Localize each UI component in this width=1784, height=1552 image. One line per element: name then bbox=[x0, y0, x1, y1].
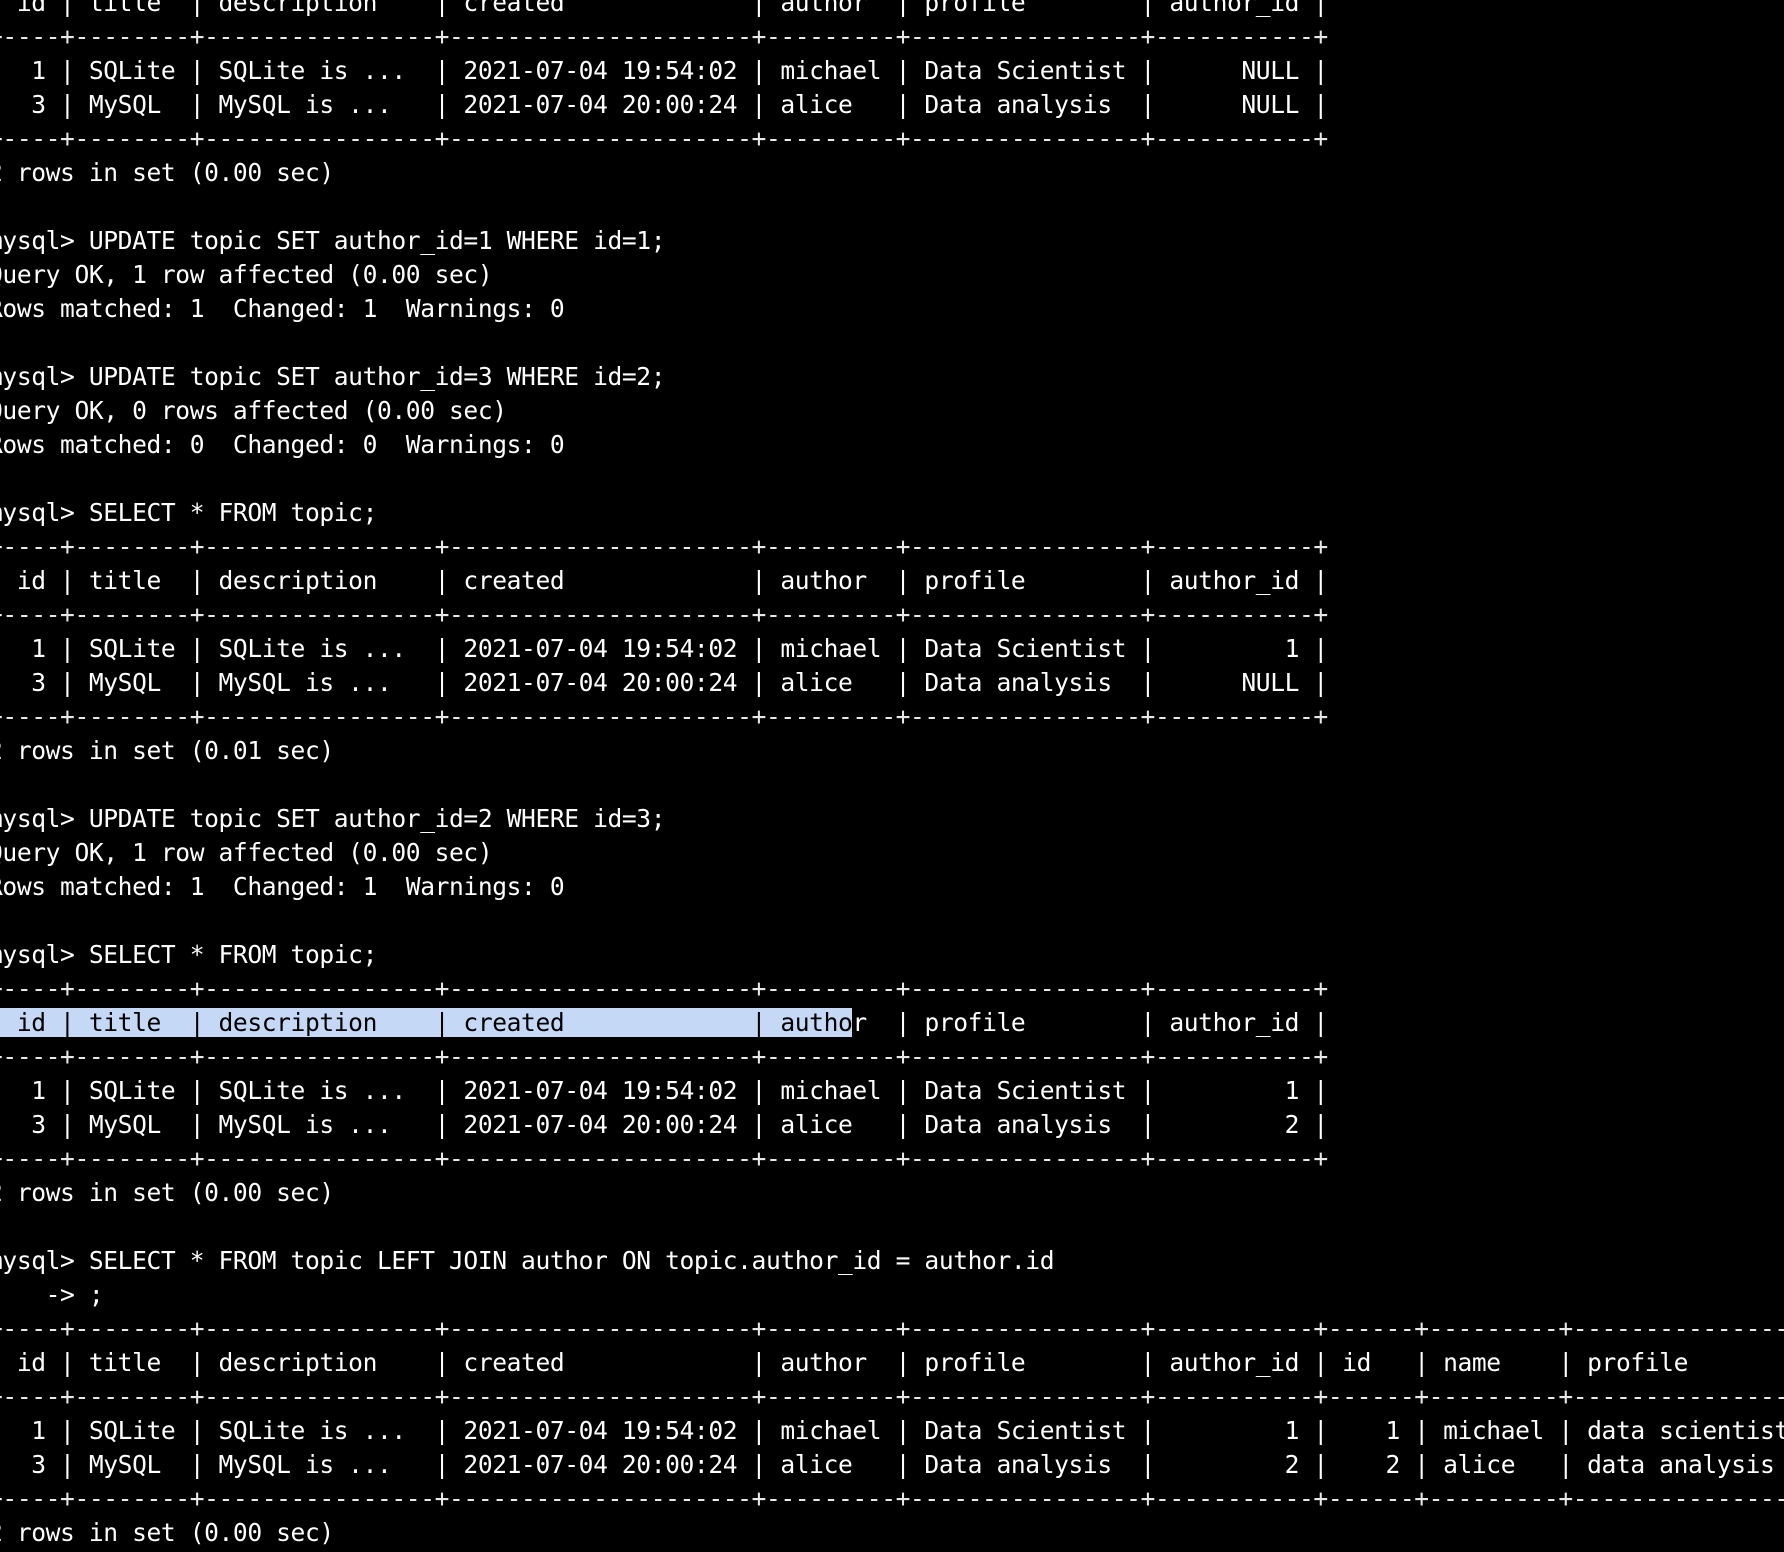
output-line: Query OK, 0 rows affected (0.00 sec) bbox=[0, 396, 507, 425]
table-border-line: +----+--------+----------------+--------… bbox=[0, 974, 1328, 1003]
table-row: | id | title | description | created | a… bbox=[0, 1348, 1784, 1377]
output-line: 2 rows in set (0.00 sec) bbox=[0, 158, 334, 187]
mysql-prompt-line: -> ; bbox=[45, 1280, 104, 1309]
table-border-line: +----+--------+----------------+--------… bbox=[0, 22, 1328, 51]
table-row: | id | title | description | created | a… bbox=[0, 566, 1328, 595]
selected-table-header-line: | id | title | description | created | a… bbox=[0, 1006, 1784, 1040]
mysql-prompt-line: mysql> SELECT * FROM topic LEFT JOIN aut… bbox=[0, 1246, 1055, 1275]
mysql-prompt-line: mysql> SELECT * FROM topic; bbox=[0, 940, 377, 969]
output-line: Rows matched: 1 Changed: 1 Warnings: 0 bbox=[0, 872, 565, 901]
mysql-prompt-line: mysql> UPDATE topic SET author_id=1 WHER… bbox=[0, 226, 666, 255]
table-border-line: +----+--------+----------------+--------… bbox=[0, 702, 1328, 731]
table-row: | 1 | SQLite | SQLite is ... | 2021-07-0… bbox=[0, 1416, 1784, 1445]
table-border-line: +----+--------+----------------+--------… bbox=[0, 124, 1328, 153]
output-line: Query OK, 1 row affected (0.00 sec) bbox=[0, 260, 493, 289]
table-row: | 3 | MySQL | MySQL is ... | 2021-07-04 … bbox=[0, 1450, 1784, 1479]
table-row: | 1 | SQLite | SQLite is ... | 2021-07-0… bbox=[0, 56, 1328, 85]
mysql-prompt-line: mysql> UPDATE topic SET author_id=3 WHER… bbox=[0, 362, 666, 391]
table-row: | 3 | MySQL | MySQL is ... | 2021-07-04 … bbox=[0, 668, 1328, 697]
table-row: | 3 | MySQL | MySQL is ... | 2021-07-04 … bbox=[0, 90, 1328, 119]
terminal-output: | id | title | description | created | a… bbox=[0, 0, 1784, 1550]
table-border-line: +----+--------+----------------+--------… bbox=[0, 1382, 1784, 1411]
text-selection[interactable]: | id | title | description | created | a… bbox=[0, 1008, 853, 1037]
unselected-text: r | profile | author_id | bbox=[852, 1008, 1328, 1037]
output-line: Query OK, 1 row affected (0.00 sec) bbox=[0, 838, 493, 867]
table-row: | 1 | SQLite | SQLite is ... | 2021-07-0… bbox=[0, 1076, 1328, 1105]
table-border-line: +----+--------+----------------+--------… bbox=[0, 600, 1328, 629]
table-border-line: +----+--------+----------------+--------… bbox=[0, 1042, 1328, 1071]
table-row: | id | title | description | created | a… bbox=[0, 0, 1328, 17]
table-border-line: +----+--------+----------------+--------… bbox=[0, 1314, 1784, 1343]
table-border-line: +----+--------+----------------+--------… bbox=[0, 1144, 1328, 1173]
table-row: | 1 | SQLite | SQLite is ... | 2021-07-0… bbox=[0, 634, 1328, 663]
output-line: 2 rows in set (0.01 sec) bbox=[0, 736, 334, 765]
output-line: 2 rows in set (0.00 sec) bbox=[0, 1178, 334, 1207]
output-line: Rows matched: 1 Changed: 1 Warnings: 0 bbox=[0, 294, 565, 323]
mysql-prompt-line: mysql> UPDATE topic SET author_id=2 WHER… bbox=[0, 804, 666, 833]
table-row: | 3 | MySQL | MySQL is ... | 2021-07-04 … bbox=[0, 1110, 1328, 1139]
output-line: 2 rows in set (0.00 sec) bbox=[0, 1518, 334, 1547]
terminal-window[interactable]: | id | title | description | created | a… bbox=[0, 0, 1784, 1552]
output-line: Rows matched: 0 Changed: 0 Warnings: 0 bbox=[0, 430, 565, 459]
mysql-prompt-line: mysql> SELECT * FROM topic; bbox=[0, 498, 377, 527]
table-border-line: +----+--------+----------------+--------… bbox=[0, 532, 1328, 561]
table-border-line: +----+--------+----------------+--------… bbox=[0, 1484, 1784, 1513]
